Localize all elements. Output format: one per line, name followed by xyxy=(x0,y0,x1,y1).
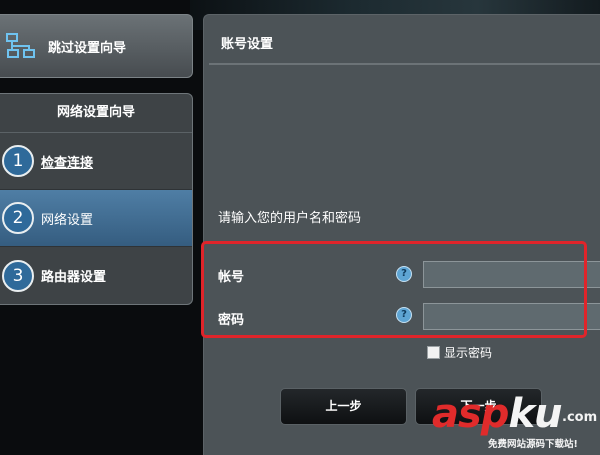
skip-wizard-label: 跳过设置向导 xyxy=(48,40,127,56)
step-number-badge: 2 xyxy=(2,202,34,234)
instruction-text: 请输入您的用户名和密码 xyxy=(218,211,362,226)
wizard-title: 网络设置向导 xyxy=(0,94,192,133)
step-number-badge: 3 xyxy=(2,259,34,292)
show-password-toggle[interactable]: 显示密码 xyxy=(427,344,492,361)
site-watermark: aspku .com 免费网站源码下载站! xyxy=(432,392,600,455)
page-title: 账号设置 xyxy=(221,37,274,52)
highlight-frame xyxy=(201,241,587,338)
wizard-step-check-connection[interactable]: 1 检查连接 xyxy=(0,133,192,190)
wizard-step-label: 路由器设置 xyxy=(41,270,107,285)
wizard-step-label: 检查连接 xyxy=(41,155,94,171)
wizard-step-router-settings[interactable]: 3 路由器设置 xyxy=(0,247,192,304)
network-icon xyxy=(6,33,35,58)
skip-wizard-button[interactable]: 跳过设置向导 xyxy=(0,14,193,78)
wizard-step-label: 网络设置 xyxy=(41,212,94,228)
step-number-badge: 1 xyxy=(2,145,34,177)
watermark-logo: aspku xyxy=(432,391,563,437)
watermark-domain-suffix: .com xyxy=(562,410,598,425)
watermark-slogan: 免费网站源码下载站! xyxy=(488,439,578,450)
previous-step-button[interactable]: 上一步 xyxy=(280,388,407,425)
show-password-label: 显示密码 xyxy=(444,346,493,360)
network-setup-wizard: 网络设置向导 1 检查连接 2 网络设置 3 路由器设置 xyxy=(0,93,193,305)
wizard-step-network-settings[interactable]: 2 网络设置 xyxy=(0,190,192,247)
title-divider xyxy=(209,63,600,65)
show-password-checkbox[interactable] xyxy=(427,346,440,359)
